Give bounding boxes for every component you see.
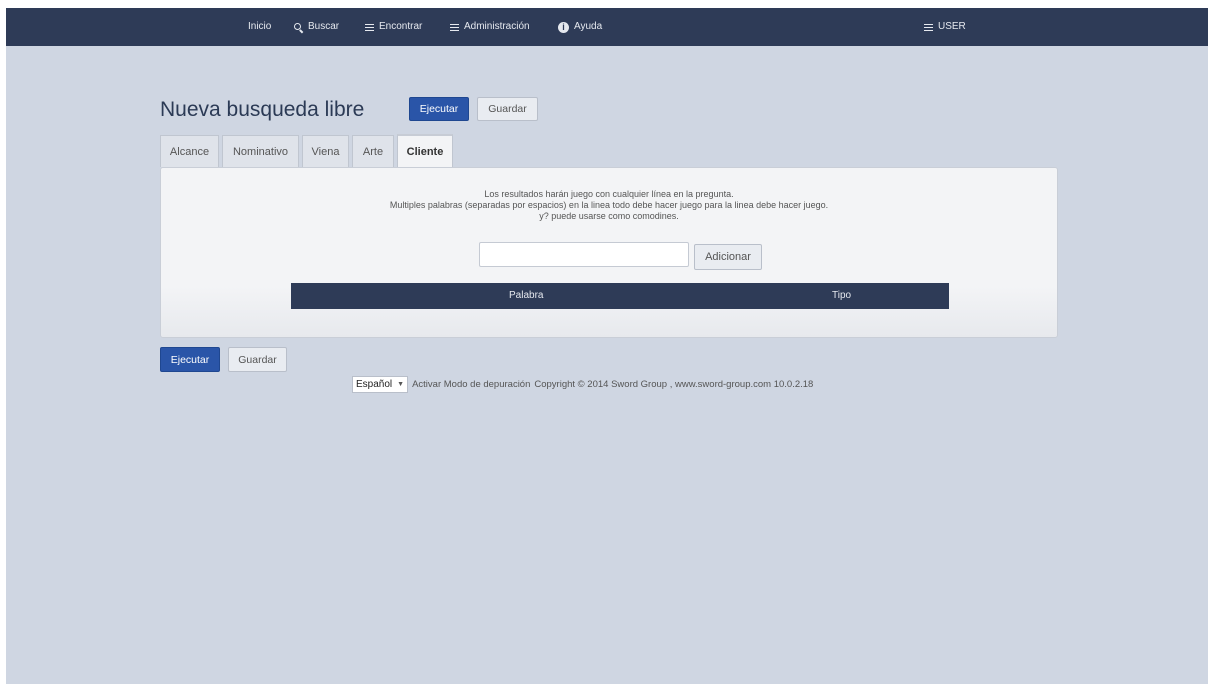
language-select[interactable]: Español ▼ <box>352 376 409 393</box>
copyright-text: Copyright © 2014 Sword Group , www.sword… <box>534 379 814 390</box>
nav-help[interactable]: i Ayuda <box>558 8 602 46</box>
word-input[interactable] <box>479 242 689 267</box>
bottom-run-button[interactable]: Ejecutar <box>160 347 220 372</box>
search-icon <box>294 22 303 32</box>
nav-home[interactable]: Inicio <box>248 8 271 46</box>
nav-user-menu[interactable]: USER <box>924 8 966 46</box>
info-line-3: y? puede usarse como comodines. <box>539 211 679 221</box>
menu-icon <box>365 23 374 31</box>
nav-home-label: Inicio <box>248 21 272 32</box>
language-value: Español <box>356 379 393 390</box>
nav-search[interactable]: Buscar <box>294 8 339 46</box>
run-button[interactable]: Ejecutar <box>409 97 469 121</box>
debug-mode-link[interactable]: Activar Modo de depuración <box>412 379 530 390</box>
menu-icon <box>924 23 933 31</box>
app-frame: Inicio Buscar Encontrar Administración i… <box>6 8 1208 684</box>
column-header-tipo[interactable]: Tipo <box>832 283 851 309</box>
tab-alcance[interactable]: Alcance <box>160 135 219 167</box>
info-line-1: Los resultados harán juego con cualquier… <box>484 189 734 199</box>
help-icon: i <box>558 21 569 33</box>
nav-admin[interactable]: Administración <box>450 8 530 46</box>
page-title: Nueva busqueda libre <box>160 98 365 121</box>
info-line-2: Multiples palabras (separadas por espaci… <box>389 200 829 210</box>
save-button[interactable]: Guardar <box>477 97 538 121</box>
tab-nominativo[interactable]: Nominativo <box>222 135 299 167</box>
add-button[interactable]: Adicionar <box>694 244 762 270</box>
search-panel: Los resultados harán juego con cualquier… <box>160 167 1058 338</box>
nav-user-label: USER <box>938 21 966 32</box>
nav-find[interactable]: Encontrar <box>365 8 422 46</box>
results-table-header: Palabra Tipo <box>291 283 949 309</box>
tab-cliente[interactable]: Cliente <box>397 134 453 168</box>
footer: Español ▼ Activar Modo de depuración Cop… <box>352 376 813 393</box>
tab-viena[interactable]: Viena <box>302 135 349 167</box>
menu-icon <box>450 23 459 31</box>
nav-find-label: Encontrar <box>379 21 423 32</box>
nav-search-label: Buscar <box>308 21 340 32</box>
tab-arte[interactable]: Arte <box>352 135 394 167</box>
nav-help-label: Ayuda <box>574 21 603 32</box>
chevron-down-icon: ▼ <box>397 381 405 388</box>
nav-admin-label: Administración <box>464 21 530 32</box>
column-header-palabra[interactable]: Palabra <box>509 283 543 309</box>
bottom-save-button[interactable]: Guardar <box>228 347 287 372</box>
top-navbar: Inicio Buscar Encontrar Administración i… <box>6 8 1208 46</box>
